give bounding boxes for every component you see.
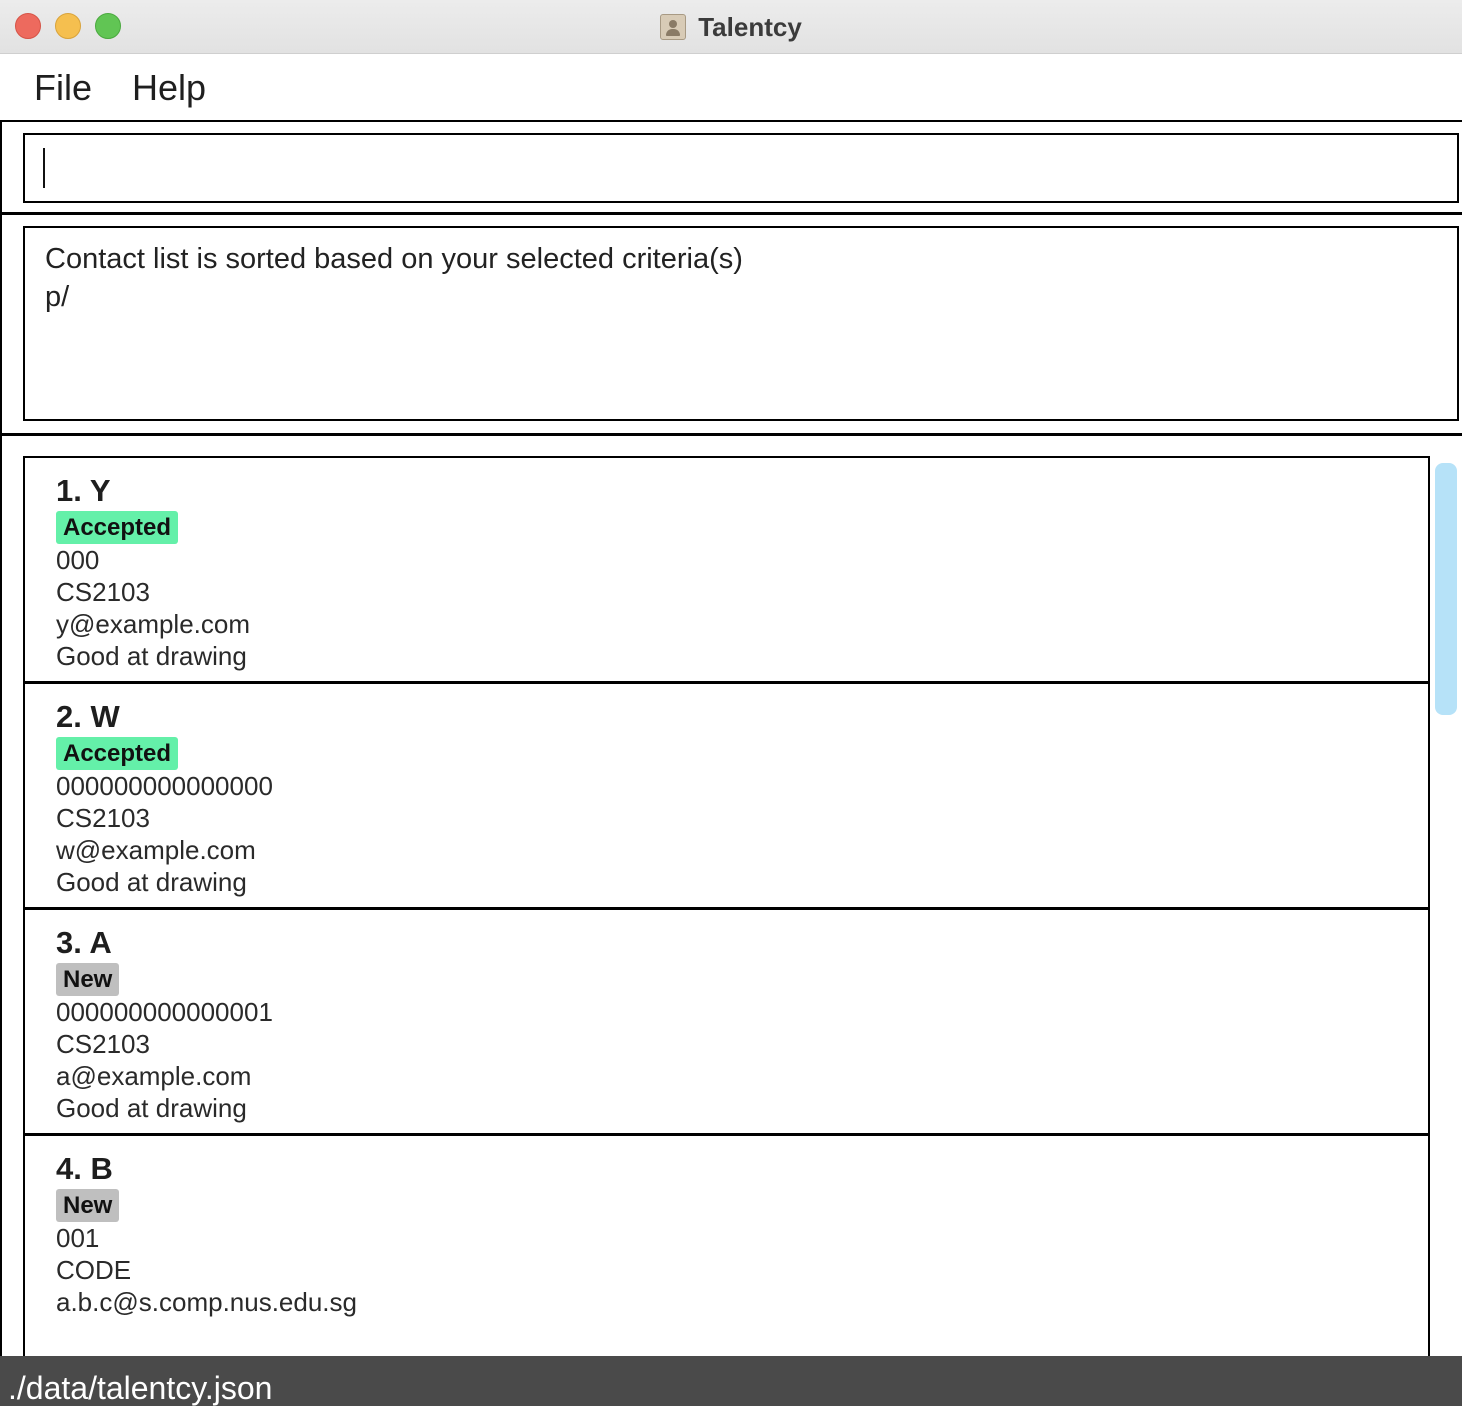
text-caret (43, 148, 45, 188)
person-card[interactable]: 3. A New 000000000000001 CS2103 a@exampl… (25, 910, 1428, 1136)
person-phone: 000000000000001 (56, 997, 273, 1027)
status-bar: ./data/talentcy.json (0, 1356, 1462, 1406)
result-line: p/ (45, 281, 70, 313)
person-card[interactable]: 1. Y Accepted 000 CS2103 y@example.com G… (25, 458, 1428, 684)
person-name: 4. B (56, 1151, 113, 1186)
status-badge: Accepted (56, 737, 179, 770)
title-bar: Talentcy (0, 0, 1462, 54)
person-email: a.b.c@s.comp.nus.edu.sg (56, 1287, 357, 1317)
status-badge: Accepted (56, 511, 179, 544)
menu-help[interactable]: Help (132, 67, 206, 109)
person-list[interactable]: 1. Y Accepted 000 CS2103 y@example.com G… (23, 456, 1430, 1356)
list-scrollbar[interactable] (1435, 463, 1457, 715)
status-badge: New (56, 1189, 120, 1222)
command-box-area (0, 120, 1462, 215)
person-phone: 000 (56, 545, 100, 575)
person-name: 2. W (56, 699, 120, 734)
title-wrap: Talentcy (0, 0, 1462, 54)
result-display-area: Contact list is sorted based on your sel… (0, 215, 1462, 436)
person-remark: Good at drawing (56, 1093, 247, 1123)
menu-file[interactable]: File (34, 67, 92, 109)
person-name: 1. Y (56, 473, 111, 508)
person-course: CS2103 (56, 1029, 150, 1059)
person-course: CS2103 (56, 803, 150, 833)
person-remark: Good at drawing (56, 867, 247, 897)
data-file-path: ./data/talentcy.json (8, 1370, 273, 1406)
app-window: Talentcy File Help Contact list is sorte… (0, 0, 1462, 1406)
person-card[interactable]: 4. B New 001 CODE a.b.c@s.comp.nus.edu.s… (25, 1136, 1428, 1356)
person-list-panel: 1. Y Accepted 000 CS2103 y@example.com G… (0, 436, 1462, 1356)
person-course: CODE (56, 1255, 132, 1285)
address-book-icon (660, 14, 687, 40)
person-course: CS2103 (56, 577, 150, 607)
person-email: a@example.com (56, 1061, 252, 1091)
person-name: 3. A (56, 925, 112, 960)
person-card[interactable]: 2. W Accepted 000000000000000 CS2103 w@e… (25, 684, 1428, 910)
menu-bar: File Help (0, 55, 1462, 120)
person-email: y@example.com (56, 609, 251, 639)
person-remark: Good at drawing (56, 641, 247, 671)
window-title: Talentcy (698, 11, 802, 42)
status-badge: New (56, 963, 120, 996)
person-phone: 001 (56, 1223, 100, 1253)
person-email: w@example.com (56, 835, 256, 865)
person-phone: 000000000000000 (56, 771, 273, 801)
result-line: Contact list is sorted based on your sel… (45, 243, 743, 275)
command-input[interactable] (23, 133, 1459, 203)
result-display: Contact list is sorted based on your sel… (23, 226, 1459, 421)
